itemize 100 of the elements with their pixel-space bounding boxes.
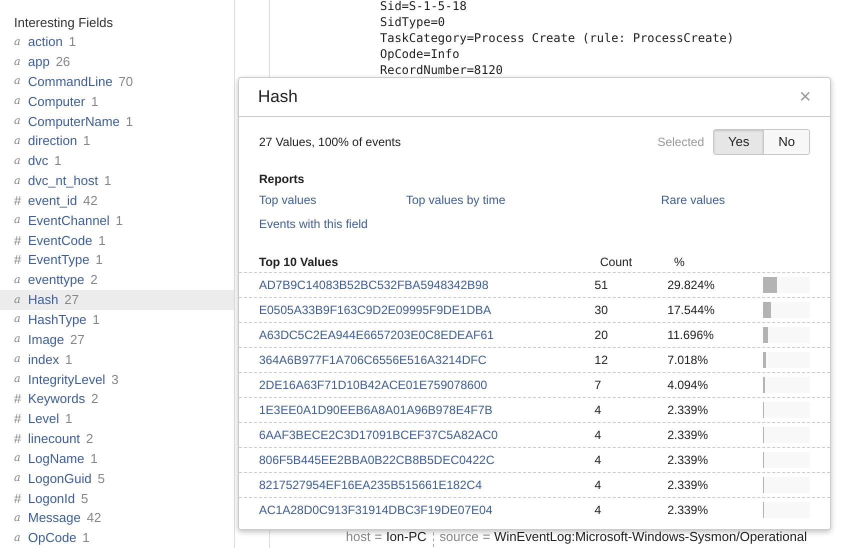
percent-cell-text: 2.339% (667, 502, 710, 519)
string-type-icon: a (14, 331, 22, 348)
field-item[interactable]: a Computer 1 (0, 92, 234, 112)
selected-label: Selected (657, 134, 704, 151)
field-item[interactable]: a Message 42 (0, 508, 234, 528)
equals-sign: = (374, 528, 382, 546)
field-name: LogonId (28, 490, 75, 508)
number-type-icon: # (14, 389, 22, 409)
field-name: action (28, 33, 63, 52)
field-count: 2 (91, 390, 98, 408)
field-name: linecount (28, 430, 80, 448)
footer-value[interactable]: Ion-PC (386, 527, 427, 547)
field-item[interactable]: a dvc 1 (0, 151, 234, 171)
report-link[interactable]: Events with this field (259, 215, 406, 233)
hash-value-link[interactable]: 6AAF3BECE2C3D17091BCEF37C5A82AC0 (259, 426, 595, 444)
event-line: SidType=0 (380, 14, 446, 30)
field-name: Message (28, 509, 81, 528)
field-count: 5 (81, 490, 88, 508)
field-name: Hash (28, 291, 58, 310)
field-item[interactable]: a EventChannel 1 (0, 210, 234, 230)
hash-value-link[interactable]: 8217527954EF16EA235B515661E182C4 (259, 476, 595, 494)
field-name: eventtype (28, 271, 84, 290)
string-type-icon: a (14, 73, 22, 90)
field-item[interactable]: # Keywords 2 (0, 389, 234, 410)
string-type-icon: a (14, 470, 22, 487)
percent-cell-text: 2.339% (667, 477, 710, 494)
count-cell-text: 30 (594, 302, 609, 319)
hash-value-link[interactable]: 2DE16A63F71D10B42ACE01E759078600 (259, 376, 595, 394)
field-item[interactable]: a Image 27 (0, 330, 234, 350)
hash-value-link[interactable]: 364A6B977F1A706C6556E516A3214DFC (259, 351, 595, 369)
field-item[interactable]: a ComputerName 1 (0, 111, 234, 132)
field-item[interactable]: a Hash 27 (0, 290, 234, 310)
field-name: event_id (28, 192, 78, 210)
field-count: 26 (56, 53, 70, 72)
field-item[interactable]: a CommandLine 70 (0, 72, 234, 92)
field-item[interactable]: a action 1 (0, 32, 234, 52)
field-item[interactable]: # EventCode 1 (0, 230, 234, 250)
field-item[interactable]: a IntegrityLevel 3 (0, 369, 234, 390)
field-item[interactable]: a index 1 (0, 350, 234, 370)
percent-cell-text: 29.824% (667, 277, 716, 294)
event-line: OpCode=Info (380, 46, 460, 62)
event-line: TaskCategory=Process Create (rule: ProcessCreate) (380, 30, 736, 46)
footer-key: host (346, 527, 370, 547)
field-name: Image (28, 330, 64, 349)
field-item[interactable]: a OpCode 1 (0, 528, 234, 548)
hash-value-link[interactable]: A63DC5C2EA944E6657203E0C8EDEAF61 (259, 326, 595, 344)
hash-value-link[interactable]: E0505A33B9F163C9D2E09995F9DE1DBA (259, 301, 595, 319)
values-summary: 27 Values, 100% of events (259, 134, 401, 151)
field-item[interactable]: a direction 1 (0, 131, 234, 152)
count-cell-text: 51 (594, 277, 609, 294)
field-count: 1 (90, 450, 98, 468)
string-type-icon: a (14, 530, 22, 546)
field-count: 70 (118, 72, 134, 91)
report-link[interactable]: Rare values (661, 191, 810, 209)
percent-cell-text: 2.339% (667, 402, 710, 419)
field-item[interactable]: a HashType 1 (0, 310, 234, 330)
hash-value-link[interactable]: AC1A28D0C913F31914DBC3F19DE07E04 (259, 501, 595, 519)
field-count: 42 (86, 509, 102, 528)
field-item[interactable]: # LogonId 5 (0, 488, 234, 508)
field-item[interactable]: a app 26 (0, 52, 234, 72)
field-item[interactable]: # EventType 1 (0, 250, 234, 270)
field-count: 1 (83, 132, 90, 150)
field-name: dvc (28, 152, 48, 170)
percent-cell-text: 2.339% (667, 427, 710, 444)
string-type-icon: a (14, 510, 22, 526)
field-item[interactable]: a eventtype 2 (0, 270, 234, 290)
field-name: Computer (28, 92, 86, 111)
field-item[interactable]: # event_id 42 (0, 190, 234, 211)
string-type-icon: a (14, 292, 22, 308)
reports-title: Reports (259, 171, 306, 188)
report-link[interactable]: Top values (259, 191, 406, 209)
string-type-icon: a (14, 311, 22, 328)
column-header: Top 10 Values (259, 254, 340, 271)
field-name: ComputerName (28, 112, 120, 131)
percent-cell-text: 7.018% (667, 352, 710, 369)
field-item[interactable]: # Level 1 (0, 409, 234, 429)
field-name: EventType (28, 251, 90, 270)
field-item[interactable]: # linecount 2 (0, 428, 234, 449)
field-item[interactable]: a LogonGuid 5 (0, 468, 234, 488)
field-name: HashType (28, 310, 87, 329)
event-line: RecordNumber=8120 (380, 62, 504, 78)
field-item[interactable]: a LogName 1 (0, 448, 234, 469)
footer-value[interactable]: WinEventLog:Microsoft-Windows-Sysmon/Operational (494, 527, 807, 547)
toggle-option[interactable]: No (763, 130, 809, 154)
field-count: 5 (98, 470, 105, 488)
field-item[interactable]: a dvc_nt_host 1 (0, 170, 234, 191)
toggle-option[interactable]: Yes (714, 130, 764, 154)
field-name: Keywords (28, 390, 86, 408)
number-type-icon: # (14, 190, 22, 210)
hash-value-link[interactable]: 1E3EE0A1D90EEB6A8A01A96B978E4F7B (259, 401, 595, 419)
string-type-icon: a (14, 172, 22, 190)
string-type-icon: a (14, 113, 22, 130)
count-cell-text: 20 (594, 327, 609, 344)
hash-value-link[interactable]: 806F5B445EE2BBA0B22CB8B5DEC0422C (259, 451, 595, 469)
equals-sign: = (482, 528, 490, 546)
report-link[interactable]: Top values by time (406, 191, 661, 209)
hash-value-link[interactable]: AD7B9C14083B52BC532FBA5948342B98 (259, 276, 595, 294)
count-cell-text: 4 (594, 502, 602, 519)
number-type-icon: # (14, 429, 22, 449)
field-name: direction (28, 132, 78, 150)
